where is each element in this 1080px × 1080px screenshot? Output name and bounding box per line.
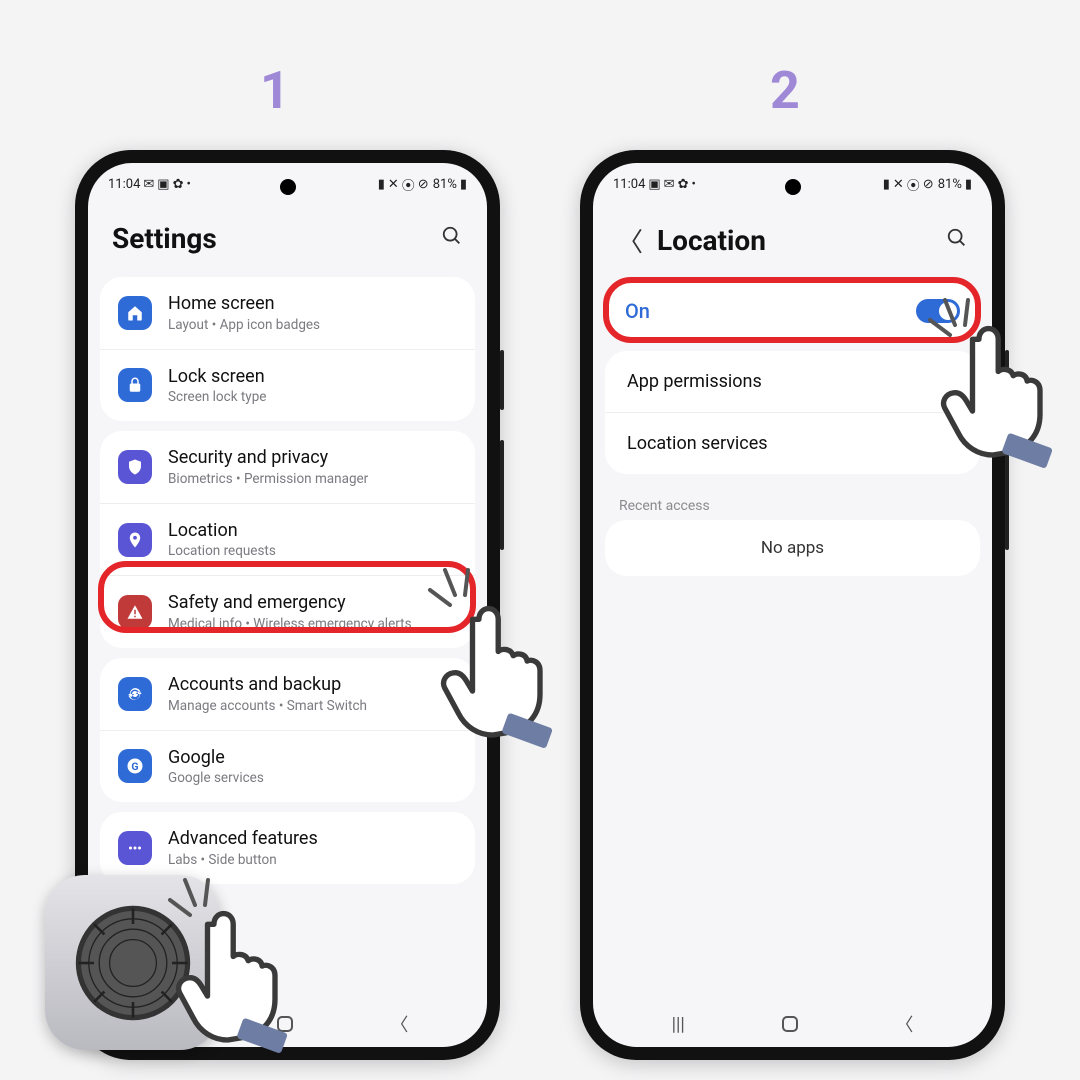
home-icon (118, 296, 152, 330)
search-icon[interactable] (441, 225, 463, 253)
battery-text: 81% (938, 177, 962, 192)
battery-text: 81% (433, 177, 457, 192)
settings-row-accounts-and-backup[interactable]: Accounts and backup Manage accounts • Sma… (100, 658, 475, 730)
wifi-icon: ⦿ (402, 175, 415, 194)
android-nav-bar: ||| 〈 (593, 1011, 992, 1037)
settings-row-advanced-features[interactable]: Advanced features Labs • Side button (100, 812, 475, 884)
wifi-icon: ⦿ (907, 175, 920, 194)
page-title: Location (657, 224, 766, 257)
row-subtitle: Screen lock type (168, 389, 266, 405)
settings-header: Settings (88, 198, 487, 267)
settings-group: Accounts and backup Manage accounts • Sma… (100, 658, 475, 802)
row-subtitle: Google services (168, 770, 264, 786)
back-button[interactable]: 〈 (895, 1011, 913, 1037)
row-title: Lock screen (168, 366, 266, 388)
app-permissions-row[interactable]: App permissions (605, 351, 980, 412)
row-subtitle: Layout • App icon badges (168, 317, 320, 333)
settings-row-google[interactable]: G GoogleGoogle services (100, 730, 475, 803)
mute-icon: ✕ (388, 177, 399, 192)
mute-icon: ✕ (893, 177, 904, 192)
settings-row-security-and-privacy[interactable]: Security and privacy Biometrics • Permiss… (100, 431, 475, 503)
recent-apps-button[interactable]: ||| (672, 1014, 685, 1035)
camera-cutout (785, 179, 801, 195)
home-button[interactable] (277, 1016, 293, 1032)
back-icon[interactable]: 〈 (617, 222, 643, 259)
search-icon[interactable] (946, 227, 968, 255)
no-apps-card: No apps (605, 520, 980, 576)
home-button[interactable] (782, 1016, 798, 1032)
back-button[interactable]: 〈 (390, 1011, 408, 1037)
shield-icon (118, 450, 152, 484)
row-title: Accounts and backup (168, 674, 367, 696)
page-title: Settings (112, 222, 217, 255)
row-title: Advanced features (168, 828, 318, 850)
settings-row-lock-screen[interactable]: Lock screenScreen lock type (100, 349, 475, 422)
row-title: Safety and emergency (168, 592, 412, 614)
pin-icon (118, 523, 152, 557)
battery-icon: ▮ (460, 177, 467, 192)
location-header: 〈 Location (593, 198, 992, 271)
row-subtitle: Location requests (168, 543, 276, 559)
tap-spark-icon (160, 870, 230, 940)
gmail-icon: ✉ (664, 177, 675, 192)
step-number-1: 1 (260, 60, 290, 121)
row-title: Google (168, 747, 264, 769)
row-subtitle: Manage accounts • Smart Switch (168, 698, 367, 714)
settings-notif-icon: ✿ (173, 177, 184, 192)
settings-group: Advanced features Labs • Side button (100, 812, 475, 884)
dots-icon (118, 831, 152, 865)
row-title: Location (168, 520, 276, 542)
settings-group: Security and privacy Biometrics • Permiss… (100, 431, 475, 648)
no-data-icon: ⊘ (923, 177, 934, 192)
status-time: 11:04 (108, 177, 140, 192)
location-services-row[interactable]: Location services (605, 412, 980, 474)
image-icon: ▣ (648, 177, 660, 192)
battery-icon: ▮ (965, 177, 972, 192)
settings-notif-icon: ✿ (678, 177, 689, 192)
status-time: 11:04 (613, 177, 645, 192)
tap-spark-icon (920, 290, 990, 360)
no-data-icon: ⊘ (418, 177, 429, 192)
row-title: Security and privacy (168, 447, 368, 469)
settings-row-home-screen[interactable]: Home screen Layout • App icon badges (100, 277, 475, 349)
recent-access-label: Recent access (605, 484, 980, 520)
vibrate-icon: ▮ (883, 177, 890, 192)
tap-spark-icon (420, 560, 490, 630)
alert-icon (118, 595, 152, 629)
step-number-2: 2 (770, 60, 800, 121)
image-icon: ▣ (157, 177, 169, 192)
g-icon: G (118, 749, 152, 783)
camera-cutout (280, 179, 296, 195)
gmail-icon: ✉ (143, 177, 154, 192)
lock-icon (118, 368, 152, 402)
phone-frame-2: 11:04 ▣ ✉ ✿ • ▮ ✕ ⦿ ⊘ 81% ▮ 〈 Location (580, 150, 1005, 1060)
vibrate-icon: ▮ (378, 177, 385, 192)
location-options-card: App permissions Location services (605, 351, 980, 474)
sync-icon (118, 677, 152, 711)
toggle-label: On (625, 299, 650, 323)
settings-row-location[interactable]: LocationLocation requests (100, 503, 475, 576)
settings-row-safety-and-emergency[interactable]: Safety and emergency Medical info • Wirel… (100, 575, 475, 648)
row-title: Home screen (168, 293, 320, 315)
row-subtitle: Biometrics • Permission manager (168, 471, 368, 487)
row-subtitle: Medical info • Wireless emergency alerts (168, 616, 412, 632)
settings-group: Home screen Layout • App icon badges Lock … (100, 277, 475, 421)
svg-text:G: G (131, 760, 138, 773)
row-subtitle: Labs • Side button (168, 852, 318, 868)
